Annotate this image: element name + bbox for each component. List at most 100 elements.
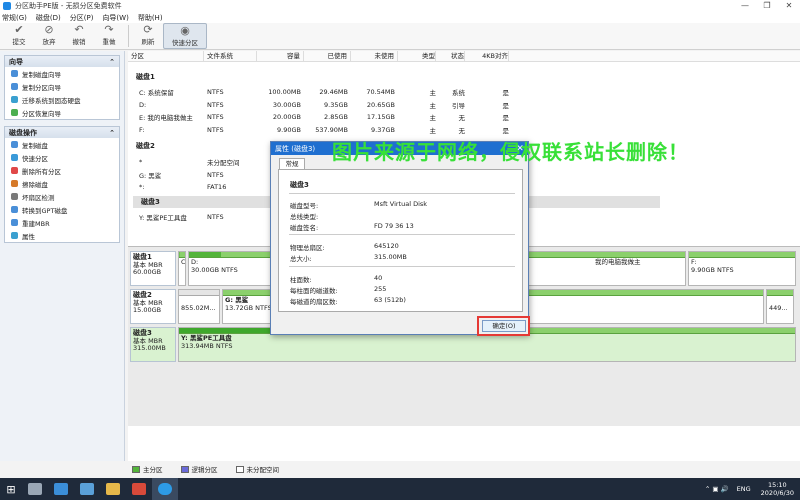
prop-row: 磁盘签名: FD 79 36 13	[290, 222, 414, 232]
partition-block[interactable]: 855.02M...	[178, 289, 220, 324]
taskbar-app[interactable]	[22, 478, 48, 500]
table-row[interactable]: C: 系统保留 NTFS 100.00MB 29.46MB 70.54MB 主系统是	[128, 86, 800, 99]
taskbar-app-active[interactable]	[152, 478, 178, 500]
start-button[interactable]: ⊞	[0, 478, 22, 500]
sidebar-item-bad-sector[interactable]: 坏扇区检测	[5, 190, 119, 203]
quick-partition-button[interactable]: ◉ 快速分区	[163, 23, 207, 49]
redo-icon: ↷	[104, 23, 114, 36]
table-row[interactable]: F: NTFS 9.90GB 537.90MB 9.37GB 主无是	[128, 124, 800, 137]
discard-button[interactable]: ⊘ 放弃	[34, 23, 64, 49]
dialog-section-title: 磁盘3	[290, 181, 309, 189]
disk-map-label[interactable]: 磁盘1 基本 MBR 60.00GB	[130, 251, 176, 286]
convert-icon	[11, 206, 18, 213]
sidebar-item-convert-gpt[interactable]: 转换到GPT磁盘	[5, 203, 119, 216]
computer-icon	[54, 483, 68, 495]
partition-block[interactable]: F: 9.90GB NTFS	[688, 251, 796, 286]
sidebar-item-delete-all[interactable]: 删除所有分区	[5, 164, 119, 177]
watermark: 图片来源于网络，侵权联系站长删除！	[332, 140, 689, 164]
col-capacity[interactable]: 容量	[257, 51, 304, 61]
prop-row: 磁盘型号: Msft Virtual Disk	[290, 200, 428, 210]
sidebar-item-copy-partition-wizard[interactable]: 复制分区向导	[5, 80, 119, 93]
sidebar-item-copy-disk[interactable]: 复制磁盘	[5, 138, 119, 151]
wizard-panel-header[interactable]: 向导 ⌃	[5, 56, 119, 67]
clock[interactable]: 15:10 2020/6/30	[761, 481, 794, 497]
taskbar-app[interactable]	[74, 478, 100, 500]
legend-swatch	[235, 465, 244, 473]
tool-icon	[132, 483, 146, 495]
undo-button[interactable]: ↶ 撤销	[64, 23, 94, 49]
toolbar-divider	[128, 25, 129, 47]
partition-block[interactable]: 我的电脑我做主	[514, 251, 686, 286]
redo-button[interactable]: ↷ 重做	[94, 23, 124, 49]
menu-disk[interactable]: 磁盘(D)	[36, 13, 61, 23]
col-free[interactable]: 未使用	[351, 51, 398, 61]
partition-block[interactable]: 449...	[766, 289, 794, 324]
disk-ops-panel-header[interactable]: 磁盘操作 ⌃	[5, 127, 119, 138]
prop-row: 总线类型:	[290, 213, 319, 221]
minimize-button[interactable]: —	[734, 0, 756, 12]
col-used[interactable]: 已使用	[304, 51, 351, 61]
col-filesystem[interactable]: 文件系统	[204, 51, 257, 61]
app-icon	[3, 2, 11, 10]
divider	[289, 193, 515, 194]
col-status[interactable]: 状态	[436, 51, 465, 61]
divider	[289, 266, 515, 267]
legend-unallocated: 未分配空间	[235, 464, 279, 474]
legend: 主分区 逻辑分区 未分配空间	[128, 463, 800, 475]
network-icon	[80, 483, 94, 495]
taskbar: ⊞ ⌃ ▣ 🔊 ENG 15:10 2020/6/30	[0, 478, 800, 500]
close-button[interactable]: ✕	[778, 0, 800, 12]
partition-block[interactable]: C	[178, 251, 186, 286]
tray-icons[interactable]: ⌃ ▣ 🔊	[705, 485, 729, 493]
sidebar-item-quick-partition[interactable]: 快速分区	[5, 151, 119, 164]
copy-disk-icon	[11, 70, 18, 77]
delete-icon	[11, 167, 18, 174]
col-4k[interactable]: 4KB对齐	[465, 51, 509, 61]
col-partition[interactable]: 分区	[128, 51, 204, 61]
taskbar-app[interactable]	[126, 478, 152, 500]
migrate-icon	[11, 96, 18, 103]
undo-icon: ↶	[74, 23, 84, 36]
disk-map-label[interactable]: 磁盘2 基本 MBR 15.00GB	[130, 289, 176, 324]
prop-row: 每磁道的扇区数: 63 (512b)	[290, 296, 406, 306]
col-type[interactable]: 类型	[398, 51, 436, 61]
menu-partition[interactable]: 分区(P)	[70, 13, 94, 23]
bad-sector-icon	[11, 193, 18, 200]
tab-general[interactable]: 常规	[279, 158, 305, 169]
sidebar-item-copy-disk-wizard[interactable]: 复制磁盘向导	[5, 67, 119, 80]
disk-map-label[interactable]: 磁盘3 基本 MBR 315.00MB	[130, 327, 176, 362]
table-row[interactable]: D: NTFS 30.00GB 9.35GB 20.65GB 主引导是	[128, 99, 800, 112]
disk-group-header[interactable]: 磁盘1	[128, 71, 800, 83]
table-row[interactable]: E: 我的电脑我做主 NTFS 20.00GB 2.85GB 17.15GB 主无是	[128, 111, 800, 124]
sidebar-item-migrate-os[interactable]: 迁移系统到固态硬盘	[5, 93, 119, 106]
collapse-icon[interactable]: ⌃	[109, 129, 115, 137]
menu-help[interactable]: 帮助(H)	[138, 13, 163, 23]
window-title: 分区助手PE版 - 无损分区免费软件	[15, 2, 122, 10]
properties-icon	[11, 232, 18, 239]
sidebar-item-rebuild-mbr[interactable]: 重建MBR	[5, 216, 119, 229]
taskbar-app[interactable]	[100, 478, 126, 500]
legend-logical: 逻辑分区	[180, 464, 218, 474]
sidebar-item-wipe-disk[interactable]: 擦除磁盘	[5, 177, 119, 190]
sidebar-item-partition-recovery[interactable]: 分区恢复向导	[5, 106, 119, 119]
discard-icon: ⊘	[44, 23, 54, 36]
language-indicator[interactable]: ENG	[737, 485, 751, 493]
maximize-button[interactable]: ❐	[756, 0, 778, 12]
wipe-icon	[11, 180, 18, 187]
drive-icon	[28, 483, 42, 495]
divider	[289, 234, 515, 235]
taskbar-app[interactable]	[48, 478, 74, 500]
mbr-icon	[11, 219, 18, 226]
menu-general[interactable]: 常规(G)	[2, 13, 27, 23]
refresh-button[interactable]: ⟳ 刷新	[133, 23, 163, 49]
menu-wizard[interactable]: 向导(W)	[102, 13, 128, 23]
recovery-icon	[11, 109, 18, 116]
legend-swatch	[180, 465, 189, 473]
check-icon: ✔	[14, 23, 24, 36]
collapse-icon[interactable]: ⌃	[109, 58, 115, 66]
sidebar-item-properties[interactable]: 属性	[5, 229, 119, 242]
copy-disk-icon	[11, 141, 18, 148]
commit-button[interactable]: ✔ 提交	[4, 23, 34, 49]
disk-ops-panel: 磁盘操作 ⌃ 复制磁盘 快速分区 删除所有分区 擦除磁盘 坏扇区检测 转换到GPT…	[4, 126, 120, 243]
prop-row: 每柱面的磁道数: 255	[290, 285, 387, 295]
